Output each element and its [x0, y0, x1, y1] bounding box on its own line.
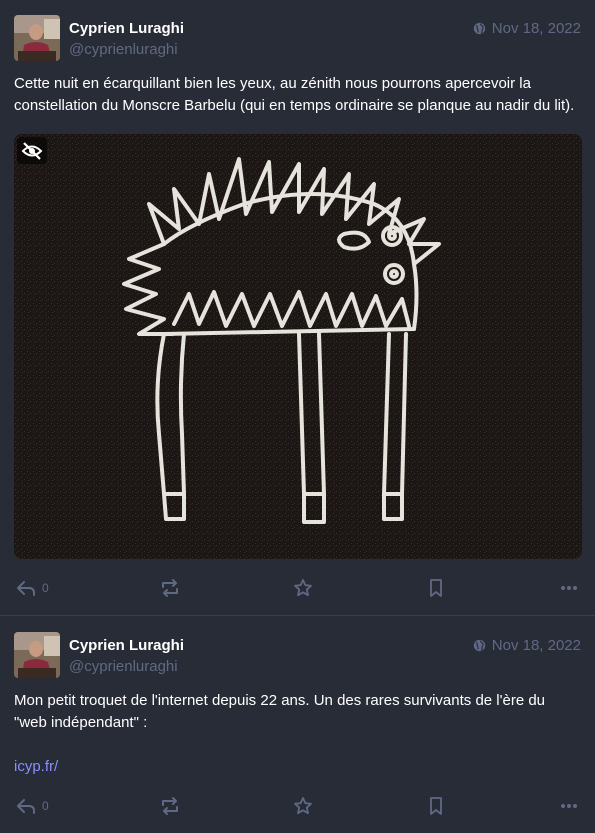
date-text: Nov 18, 2022: [491, 20, 581, 37]
status-link[interactable]: icyp.fr/: [14, 758, 58, 775]
display-name[interactable]: Cyprien Luraghi: [69, 20, 184, 37]
globe-icon: [473, 22, 485, 35]
bookmark-button[interactable]: [428, 576, 444, 600]
status-content: Cette nuit en écarquillant bien les yeux…: [14, 75, 575, 114]
reply-count: 0: [42, 581, 49, 595]
date-text: Nov 18, 2022: [491, 637, 581, 654]
more-button[interactable]: [560, 794, 578, 818]
display-name[interactable]: Cyprien Luraghi: [69, 637, 184, 654]
content-paragraph: Mon petit troquet de l'internet depuis 2…: [14, 692, 546, 731]
creature-drawing-image: [14, 134, 582, 559]
bookmark-icon: [430, 579, 442, 597]
status-card: Cyprien Luraghi @cyprienluraghi Nov 18, …: [0, 616, 595, 833]
reply-button[interactable]: 0: [16, 576, 49, 600]
boost-icon: [162, 797, 178, 815]
reply-icon: [17, 799, 35, 814]
eye-slash-icon: [21, 141, 43, 160]
bookmark-icon: [430, 797, 442, 815]
avatar[interactable]: [14, 15, 60, 61]
boost-icon: [162, 579, 178, 597]
account-handle[interactable]: @cyprienluraghi: [69, 658, 178, 675]
favourite-button[interactable]: [293, 576, 313, 600]
media-attachment[interactable]: [14, 134, 582, 559]
reply-button[interactable]: 0: [16, 794, 49, 818]
status-timestamp[interactable]: Nov 18, 2022: [473, 20, 581, 37]
more-button[interactable]: [560, 576, 578, 600]
reply-icon: [17, 581, 35, 596]
bookmark-button[interactable]: [428, 794, 444, 818]
status-action-bar: 0: [14, 576, 581, 600]
status-action-bar: 0: [14, 794, 581, 818]
favourite-button[interactable]: [293, 794, 313, 818]
more-icon: [561, 804, 577, 808]
globe-icon: [473, 639, 485, 652]
status-card: Cyprien Luraghi @cyprienluraghi Nov 18, …: [0, 0, 595, 616]
more-icon: [561, 586, 577, 590]
star-icon: [294, 579, 312, 597]
boost-button[interactable]: [160, 794, 180, 818]
reply-count: 0: [42, 799, 49, 813]
hide-media-button[interactable]: [17, 137, 47, 164]
status-timestamp[interactable]: Nov 18, 2022: [473, 637, 581, 654]
account-handle[interactable]: @cyprienluraghi: [69, 41, 178, 58]
boost-button[interactable]: [160, 576, 180, 600]
status-content: Mon petit troquet de l'internet depuis 2…: [14, 690, 581, 778]
star-icon: [294, 797, 312, 815]
avatar[interactable]: [14, 632, 60, 678]
